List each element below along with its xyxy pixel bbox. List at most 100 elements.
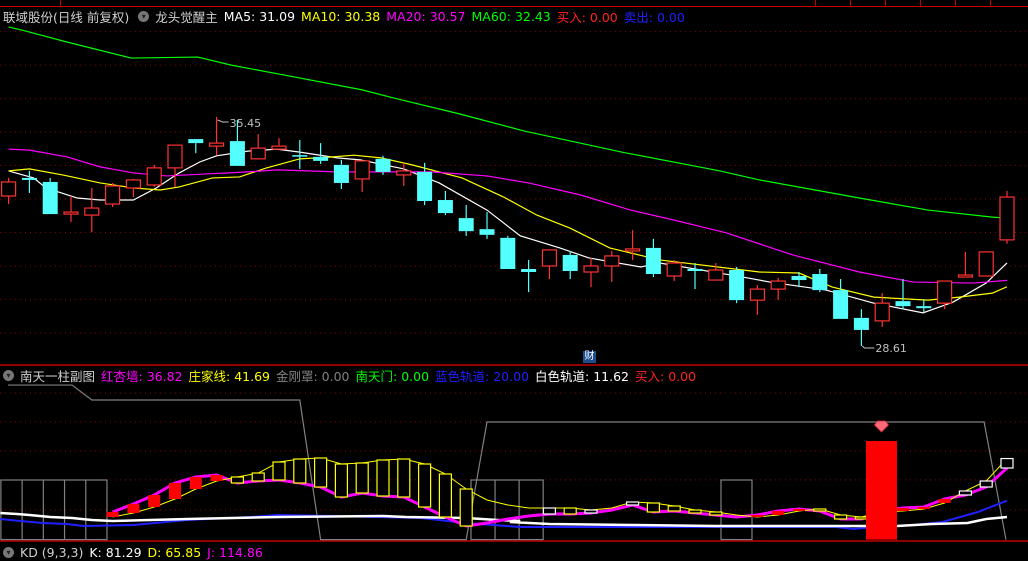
nantianmen-label: 南天门: <box>355 368 402 384</box>
candle-body <box>125 179 142 189</box>
ma60-label: MA60: <box>471 8 515 24</box>
signal-bar <box>917 507 930 510</box>
zone-box <box>470 479 544 541</box>
sub-legend: ▾ 南天一柱副图 红杏墙: 36.82 庄家线: 41.69 金刚罩: 0.00… <box>0 366 702 384</box>
candle-body <box>770 280 786 290</box>
candle-body <box>624 248 641 252</box>
k-value: 81.29 <box>105 544 142 560</box>
signal-bar <box>376 459 390 497</box>
candle <box>687 262 703 290</box>
candle <box>895 279 911 310</box>
signal-bar <box>854 516 869 520</box>
sub-indicator-name[interactable]: 南天一柱副图 <box>20 366 95 385</box>
ma10-label: MA10: <box>301 8 345 24</box>
ma5-value: 31.09 <box>259 8 296 24</box>
candle <box>999 190 1015 244</box>
candle-body <box>957 274 974 278</box>
candle <box>957 251 974 278</box>
signal-bar <box>189 476 202 490</box>
candle-body <box>313 156 329 161</box>
stock-title: 联域股份(日线 前复权) <box>3 9 130 25</box>
price-pane[interactable]: 35.45 28.61 <box>0 26 1015 355</box>
indicator-name[interactable]: 龙头觉醒主 <box>155 7 218 26</box>
signal-bar <box>813 508 827 512</box>
candle-body <box>354 160 370 180</box>
sub-buy-legend: 买入: 0.00 <box>635 366 696 385</box>
ma20-legend: MA20: 30.57 <box>386 9 465 24</box>
candle-body <box>895 301 911 307</box>
blue-track-legend: 蓝色轨道: 20.00 <box>435 366 529 385</box>
signal-bar <box>667 505 681 512</box>
high-price-label: 35.45 <box>230 117 262 130</box>
candle <box>770 278 786 301</box>
j-legend: J: 114.86 <box>207 545 263 560</box>
candle-body <box>479 229 495 235</box>
hongxing-legend: 红杏墙: 36.82 <box>101 366 182 385</box>
candle-body <box>583 265 599 273</box>
candle-body <box>853 317 869 330</box>
finance-marker[interactable]: 财 <box>583 351 596 363</box>
k-label: K: <box>89 544 106 560</box>
jingang-zone <box>470 479 544 541</box>
chevron-down-icon[interactable]: ▾ <box>3 369 14 381</box>
candle-body <box>229 141 245 166</box>
candle <box>500 235 516 269</box>
signal-bar <box>334 463 348 498</box>
hongxing-label: 红杏墙: <box>101 368 147 384</box>
signal-bar-large <box>865 441 897 540</box>
candle-body <box>729 270 745 301</box>
white-track-legend: 白色轨道: 11.62 <box>535 366 629 385</box>
sub-buy-value: 0.00 <box>668 368 697 384</box>
signal-bar <box>1000 457 1014 469</box>
ma60-legend: MA60: 32.43 <box>472 9 551 24</box>
signal-bar <box>106 512 119 517</box>
k-legend: K: 81.29 <box>89 545 141 560</box>
candle <box>583 257 599 288</box>
candle-body <box>271 145 287 150</box>
candle-body <box>749 288 766 301</box>
signal-bar <box>958 490 973 496</box>
candle-body <box>437 200 453 214</box>
sell-value: 0.00 <box>656 9 685 25</box>
signal-bar <box>251 472 265 482</box>
candle-body <box>874 302 890 322</box>
candle-body <box>708 269 724 281</box>
candle <box>666 259 682 282</box>
candle-body <box>188 139 204 144</box>
d-label: D: <box>147 544 166 560</box>
candle-body <box>936 280 953 304</box>
candle-body <box>396 170 412 176</box>
diamond-icon <box>873 420 890 433</box>
chevron-down-icon[interactable]: ▾ <box>138 10 150 22</box>
candle <box>209 117 225 156</box>
candle-body <box>791 276 807 281</box>
signal-bar <box>563 507 577 515</box>
signal-bar <box>688 509 702 514</box>
candle <box>146 164 162 187</box>
candle-body <box>999 196 1015 241</box>
candle-body <box>84 207 100 216</box>
candle-body <box>209 142 225 147</box>
signal-bar <box>418 463 432 508</box>
white-track-label: 白色轨道: <box>535 368 594 384</box>
chart-canvas[interactable]: 35.45 28.61 <box>0 0 1028 549</box>
candle <box>978 251 994 277</box>
candle <box>521 259 537 293</box>
signal-bar <box>897 507 909 511</box>
j-label: J: <box>207 544 220 560</box>
signal-bar <box>210 475 223 481</box>
kd-name[interactable]: KD (9,3,3) <box>20 545 83 560</box>
sell-legend: 卖出: 0.00 <box>624 7 685 26</box>
candle <box>250 134 266 160</box>
candle <box>604 250 620 283</box>
candle <box>791 272 807 288</box>
jingang-legend: 金刚罩: 0.00 <box>276 366 350 385</box>
chevron-down-icon[interactable]: ▾ <box>3 546 14 558</box>
candle-body <box>500 237 516 269</box>
candle-body <box>250 147 266 160</box>
indicator-pane[interactable] <box>0 384 1014 541</box>
candle <box>21 170 37 193</box>
buy-legend: 买入: 0.00 <box>557 7 618 26</box>
low-arrow-icon <box>862 345 875 349</box>
candle-body <box>104 185 121 205</box>
